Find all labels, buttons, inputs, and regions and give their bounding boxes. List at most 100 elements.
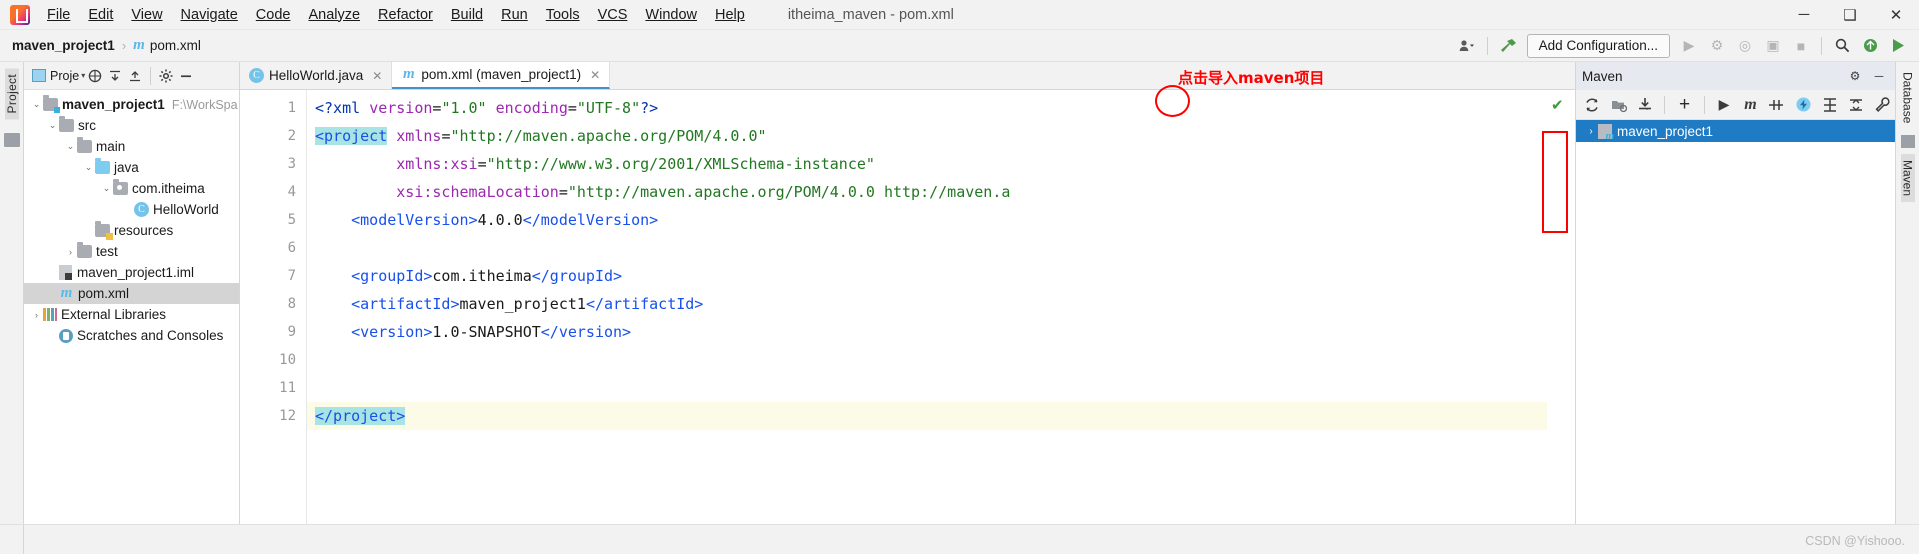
expand-arrow-icon[interactable]: › — [30, 310, 43, 320]
menu-edit[interactable]: Edit — [79, 4, 122, 26]
add-configuration-button[interactable]: Add Configuration... — [1526, 33, 1670, 58]
menu-build[interactable]: Build — [442, 4, 492, 26]
tool-window-button-project[interactable]: Project — [4, 68, 19, 120]
close-tab-icon[interactable]: ✕ — [590, 68, 600, 82]
close-button[interactable]: ✕ — [1873, 0, 1919, 30]
toolbar-divider-2 — [1821, 36, 1822, 55]
tree-label: External Libraries — [61, 307, 167, 322]
structure-icon[interactable] — [3, 133, 20, 148]
locate-file-icon[interactable] — [85, 66, 105, 86]
close-tab-icon[interactable]: ✕ — [372, 69, 382, 83]
intellij-logo-icon — [10, 4, 30, 25]
toggle-skip-tests-icon[interactable] — [1765, 93, 1789, 117]
menu-vcs[interactable]: VCS — [589, 4, 637, 26]
share-icon[interactable] — [1885, 34, 1911, 58]
tree-node-java[interactable]: ⌄ java — [24, 157, 239, 178]
expand-collapse-icon[interactable] — [1844, 93, 1868, 117]
profile-icon[interactable]: ▣ — [1760, 34, 1786, 58]
project-tool-window: Proje ▾ ⌄ maven_project1 F:\WorkSpa ⌄ sr… — [24, 62, 240, 524]
breadcrumb-file[interactable]: pom.xml — [150, 38, 201, 53]
project-panel-title[interactable]: Proje — [50, 69, 79, 83]
add-maven-project-icon[interactable]: + — [1672, 93, 1696, 117]
tree-node-resources[interactable]: › resources — [24, 220, 239, 241]
tree-node-main[interactable]: ⌄ main — [24, 136, 239, 157]
show-dependencies-icon[interactable] — [1818, 93, 1842, 117]
code-token: "http://www.w3.org/2001/XMLSchema-instan… — [486, 155, 875, 173]
user-icon[interactable] — [1454, 34, 1480, 58]
breadcrumb-project[interactable]: maven_project1 — [12, 38, 115, 53]
tree-node-com-itheima[interactable]: ⌄ com.itheima — [24, 178, 239, 199]
hide-panel-icon[interactable] — [176, 66, 196, 86]
reload-all-maven-projects-icon[interactable] — [1580, 93, 1604, 117]
code-token: <artifactId> — [351, 295, 460, 313]
execute-maven-goal-icon[interactable]: m — [1738, 93, 1762, 117]
menu-refactor[interactable]: Refactor — [369, 4, 442, 26]
tree-node-helloworld[interactable]: › C HelloWorld — [24, 199, 239, 220]
editor-tab-helloworld[interactable]: C HelloWorld.java ✕ — [240, 62, 393, 89]
maximize-button[interactable]: ❑ — [1827, 0, 1873, 30]
code-editor[interactable]: 1 2 3 4 5 6 7 8 9 10 11 12 <?xml version… — [240, 90, 1575, 524]
menu-analyze[interactable]: Analyze — [299, 4, 369, 26]
debug-icon[interactable]: ⚙ — [1704, 34, 1730, 58]
menu-file[interactable]: File — [38, 4, 79, 26]
navbar-toolbar: Add Configuration... ▶ ⚙ ◎ ▣ ■ — [1454, 33, 1919, 58]
minimize-button[interactable]: ─ — [1781, 0, 1827, 30]
download-sources-icon[interactable] — [1633, 93, 1657, 117]
update-project-icon[interactable] — [1857, 34, 1883, 58]
menu-view[interactable]: View — [122, 4, 171, 26]
tool-window-button-maven[interactable]: Maven — [1900, 154, 1915, 203]
tree-node-src[interactable]: ⌄ src — [24, 115, 239, 136]
status-bar: CSDN @Yishooo. — [0, 524, 1919, 554]
line-number: 2 — [287, 128, 296, 144]
tree-node-test[interactable]: › test — [24, 241, 239, 262]
tab-label: HelloWorld.java — [269, 68, 364, 83]
gear-icon[interactable] — [156, 66, 176, 86]
generate-sources-icon[interactable] — [1606, 93, 1630, 117]
editor-tab-pom-xml[interactable]: m pom.xml (maven_project1) ✕ — [392, 62, 611, 89]
menu-tools[interactable]: Tools — [537, 4, 589, 26]
maven-settings-icon[interactable] — [1871, 93, 1895, 117]
tool-window-button-database[interactable]: Database — [1901, 66, 1915, 129]
menu-navigate-label: Navigate — [180, 6, 238, 23]
expand-arrow-icon[interactable]: ⌄ — [100, 183, 113, 194]
collapse-all-icon[interactable] — [125, 66, 145, 86]
tree-node-pom-xml[interactable]: › m pom.xml — [24, 283, 239, 304]
source-folder-icon — [95, 158, 110, 174]
maven-tree-node-maven-project1[interactable]: › maven_project1 — [1576, 120, 1895, 142]
line-number: 10 — [279, 352, 296, 368]
maven-tool-window: Maven ⚙ ─ + ▶ m › m maven_project1 — [1575, 62, 1895, 524]
toggle-offline-mode-icon[interactable] — [1791, 93, 1815, 117]
code-token: 1.0-SNAPSHOT — [432, 323, 541, 341]
stop-icon[interactable]: ■ — [1788, 34, 1814, 58]
expand-arrow-icon[interactable]: › — [64, 247, 77, 257]
tree-node-iml[interactable]: › maven_project1.iml — [24, 262, 239, 283]
expand-arrow-icon[interactable]: ⌄ — [82, 162, 95, 173]
menu-navigate[interactable]: Navigate — [172, 4, 247, 26]
code-token: "http://maven.apache.org/POM/4.0.0" — [450, 127, 767, 145]
expand-arrow-icon[interactable]: ⌄ — [30, 99, 43, 110]
line-number: 8 — [287, 296, 296, 312]
expand-all-icon[interactable] — [105, 66, 125, 86]
tree-node-maven-project1[interactable]: ⌄ maven_project1 F:\WorkSpa — [24, 94, 239, 115]
inspection-ok-icon[interactable]: ✔ — [1551, 96, 1564, 114]
coverage-icon[interactable]: ◎ — [1732, 34, 1758, 58]
code-content[interactable]: <?xml version="1.0" encoding="UTF-8"?>−<… — [306, 90, 1547, 524]
tree-node-external-libraries[interactable]: › External Libraries — [24, 304, 239, 325]
hide-panel-icon[interactable]: ─ — [1869, 66, 1889, 86]
expand-arrow-icon[interactable]: ⌄ — [64, 141, 77, 152]
expand-arrow-icon[interactable]: › — [1584, 126, 1598, 137]
expand-arrow-icon[interactable]: ⌄ — [46, 120, 59, 131]
maven-pom-icon: m — [403, 66, 415, 82]
menu-code[interactable]: Code — [247, 4, 300, 26]
menu-help[interactable]: Help — [706, 4, 754, 26]
gear-icon[interactable]: ⚙ — [1845, 66, 1865, 86]
menu-window[interactable]: Window — [636, 4, 706, 26]
run-maven-build-icon[interactable]: ▶ — [1712, 93, 1736, 117]
line-number: 12 — [279, 408, 296, 424]
run-icon[interactable]: ▶ — [1676, 34, 1702, 58]
menu-run[interactable]: Run — [492, 4, 537, 26]
hammer-icon[interactable] — [1495, 34, 1521, 58]
search-icon[interactable] — [1829, 34, 1855, 58]
tree-node-scratches[interactable]: › Scratches and Consoles — [24, 325, 239, 346]
